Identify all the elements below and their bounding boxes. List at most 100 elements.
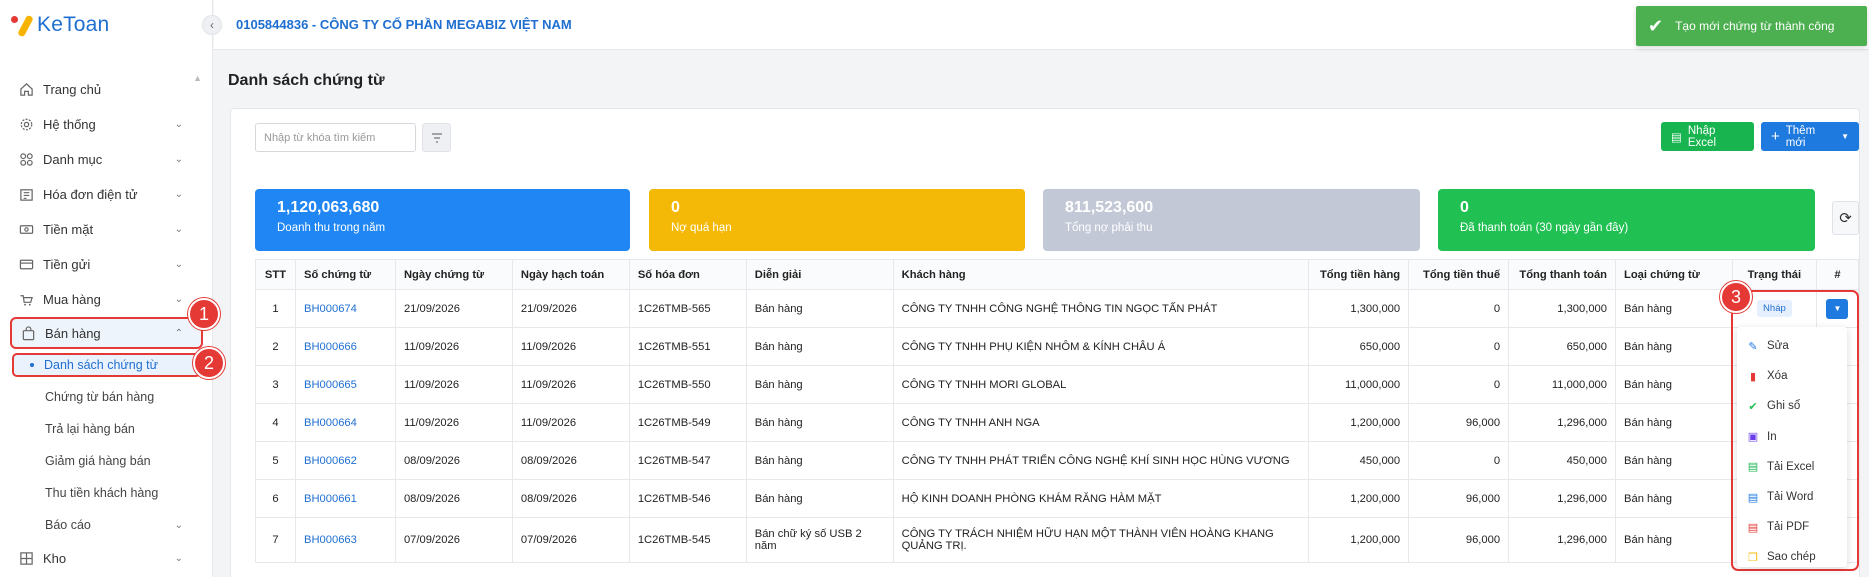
sidebar-subitem-document-list[interactable]: Danh sách chứng từ — [12, 353, 201, 377]
table-cell: Bán hàng — [1615, 289, 1733, 328]
table-row[interactable]: 1 BH000674 21/09/2026 21/09/2026 1C26TMB-565… — [255, 289, 1860, 328]
sidebar-item-system[interactable]: Hệ thống ⌄ — [0, 107, 213, 142]
table-cell: 11,000,000 — [1508, 365, 1617, 404]
table-cell: 96,000 — [1408, 517, 1510, 563]
document-number-link[interactable]: BH000664 — [294, 403, 396, 442]
col-header[interactable]: Ngày hạch toán — [511, 259, 630, 290]
success-toast[interactable]: ✔ Tạo mới chứng từ thành công — [1636, 6, 1867, 46]
search-input[interactable]: Nhập từ khóa tìm kiếm — [255, 123, 416, 152]
sidebar-subitem-sales-document[interactable]: Chứng từ bán hàng — [0, 381, 213, 413]
filter-button[interactable] — [422, 123, 451, 152]
table-cell: 11/09/2026 — [394, 365, 513, 404]
sidebar-item-sales[interactable]: Bán hàng ⌃ — [10, 317, 203, 349]
excel-file-icon: ▤ — [1671, 131, 1682, 144]
menu-item-label: Tải PDF — [1767, 521, 1810, 534]
menu-item-download-pdf[interactable]: ▤ Tải PDF — [1737, 512, 1847, 542]
logo-mark-icon — [10, 14, 36, 38]
caret-down-icon: ▼ — [1841, 132, 1849, 141]
sidebar-subitem-sales-return[interactable]: Trả lại hàng bán — [0, 413, 213, 445]
table-row[interactable]: 7 BH000663 07/09/2026 07/09/2026 1C26TMB-545… — [255, 517, 1860, 563]
import-excel-button[interactable]: ▤ Nhập Excel — [1661, 122, 1754, 151]
table-cell: CÔNG TY TNHH CÔNG NGHỆ THÔNG TIN NGỌC TẤ… — [892, 289, 1310, 328]
menu-item-copy[interactable]: ❐ Sao chép — [1737, 542, 1847, 572]
toast-message: Tạo mới chứng từ thành công — [1675, 19, 1835, 33]
col-header[interactable]: STT — [255, 259, 296, 290]
col-header[interactable]: Số chứng từ — [294, 259, 396, 290]
col-header[interactable]: Số hóa đơn — [628, 259, 747, 290]
table-row[interactable]: 3 BH000665 11/09/2026 11/09/2026 1C26TMB-550… — [255, 365, 1860, 404]
table-cell: 1,200,000 — [1308, 517, 1410, 563]
document-number-link[interactable]: BH000674 — [294, 289, 396, 328]
sidebar-item-label: Kho — [43, 551, 67, 566]
sidebar-item-label: Trang chủ — [43, 82, 102, 97]
refresh-button[interactable]: ⟳ — [1832, 201, 1859, 235]
invoice-icon — [18, 187, 34, 203]
table-cell: CÔNG TY TNHH MORI GLOBAL — [892, 365, 1310, 404]
table-cell: 0 — [1408, 365, 1510, 404]
document-number-link[interactable]: BH000665 — [294, 365, 396, 404]
table-cell: 1C26TMB-565 — [628, 289, 747, 328]
table-cell: 450,000 — [1308, 441, 1410, 480]
table-row[interactable]: 5 BH000662 08/09/2026 08/09/2026 1C26TMB-547… — [255, 441, 1860, 480]
sidebar-subitem-report[interactable]: Báo cáo ⌄ — [0, 509, 213, 541]
sidebar-item-home[interactable]: Trang chủ — [0, 72, 213, 107]
table-cell: CÔNG TY TNHH PHỤ KIỆN NHÔM & KÍNH CHÂU Á — [892, 327, 1310, 366]
chevron-down-icon: ⌄ — [174, 189, 183, 200]
table-cell: 07/09/2026 — [511, 517, 630, 563]
company-name[interactable]: 0105844836 - CÔNG TY CỔ PHẦN MEGABIZ VIỆ… — [236, 17, 572, 32]
sidebar-item-cash[interactable]: Tiền mặt ⌄ — [0, 212, 213, 247]
sidebar-subitem-customer-receipt[interactable]: Thu tiền khách hàng — [0, 477, 213, 509]
check-icon: ✔ — [1648, 15, 1664, 36]
chevron-down-icon: ⌄ — [174, 154, 183, 165]
add-new-button[interactable]: + Thêm mới ▼ — [1761, 122, 1859, 151]
table-cell: 1C26TMB-546 — [628, 479, 747, 518]
document-number-link[interactable]: BH000661 — [294, 479, 396, 518]
sidebar-item-purchase[interactable]: Mua hàng ⌄ — [0, 282, 213, 317]
sidebar-item-warehouse[interactable]: Kho ⌄ — [0, 541, 213, 576]
document-list-card: Nhập từ khóa tìm kiếm ▤ Nhập Excel + Thê… — [230, 108, 1860, 577]
menu-item-edit[interactable]: ✎ Sửa — [1737, 331, 1847, 361]
table-cell: 11/09/2026 — [394, 403, 513, 442]
excel-file-icon: ▤ — [1747, 461, 1759, 474]
table-cell: 1,300,000 — [1508, 289, 1617, 328]
collapse-sidebar-button[interactable]: ‹ — [202, 15, 222, 35]
col-header[interactable]: Tổng thanh toán — [1508, 259, 1617, 290]
table-cell: 08/09/2026 — [394, 441, 513, 480]
table-cell: 08/09/2026 — [511, 479, 630, 518]
sidebar-item-deposit[interactable]: Tiền gửi ⌄ — [0, 247, 213, 282]
menu-item-delete[interactable]: ▮ Xóa — [1737, 361, 1847, 391]
stat-card-paid: 0 Đã thanh toán (30 ngày gần đây) — [1438, 189, 1815, 251]
chevron-down-icon: ⌄ — [174, 119, 183, 130]
sidebar-subitem-sales-discount[interactable]: Giảm giá hàng bán — [0, 445, 213, 477]
menu-item-post[interactable]: ✔ Ghi sổ — [1737, 391, 1847, 421]
sidebar-subitem-label: Danh sách chứng từ — [44, 358, 159, 372]
table-row[interactable]: 6 BH000661 08/09/2026 08/09/2026 1C26TMB-546… — [255, 479, 1860, 518]
col-header[interactable]: Tổng tiền thuế — [1408, 259, 1510, 290]
document-number-link[interactable]: BH000663 — [294, 517, 396, 563]
document-number-link[interactable]: BH000662 — [294, 441, 396, 480]
bag-icon — [20, 325, 36, 341]
table-row[interactable]: 2 BH000666 11/09/2026 11/09/2026 1C26TMB-551… — [255, 327, 1860, 366]
app-logo[interactable]: KeToan — [10, 12, 109, 38]
col-header[interactable]: Tổng tiền hàng — [1308, 259, 1410, 290]
stat-label: Nợ quá hạn — [671, 222, 732, 234]
sidebar-item-label: Danh mục — [43, 152, 103, 167]
col-header[interactable]: Ngày chứng từ — [394, 259, 513, 290]
table-cell: Bán hàng — [745, 441, 894, 480]
document-number-link[interactable]: BH000666 — [294, 327, 396, 366]
row-action-menu: ✎ Sửa ▮ Xóa ✔ Ghi sổ ▣ In ▤ Tải Excel ▤ Tải Wo… — [1737, 327, 1847, 567]
table-cell: 1,200,000 — [1308, 479, 1410, 518]
table-row[interactable]: 4 BH000664 11/09/2026 11/09/2026 1C26TMB-549… — [255, 403, 1860, 442]
sidebar-item-einvoice[interactable]: Hóa đơn điện tử ⌄ — [0, 177, 213, 212]
table-cell: 1C26TMB-547 — [628, 441, 747, 480]
col-header[interactable]: Khách hàng — [892, 259, 1310, 290]
menu-item-print[interactable]: ▣ In — [1737, 422, 1847, 452]
annotation-badge-3: 3 — [1720, 281, 1752, 313]
pdf-file-icon: ▤ — [1747, 521, 1759, 534]
table-cell: 1,300,000 — [1308, 289, 1410, 328]
col-header[interactable]: Diễn giải — [745, 259, 894, 290]
menu-item-download-word[interactable]: ▤ Tải Word — [1737, 482, 1847, 512]
menu-item-download-excel[interactable]: ▤ Tải Excel — [1737, 452, 1847, 482]
col-header[interactable]: Loại chứng từ — [1615, 259, 1733, 290]
sidebar-item-catalog[interactable]: Danh mục ⌄ — [0, 142, 213, 177]
